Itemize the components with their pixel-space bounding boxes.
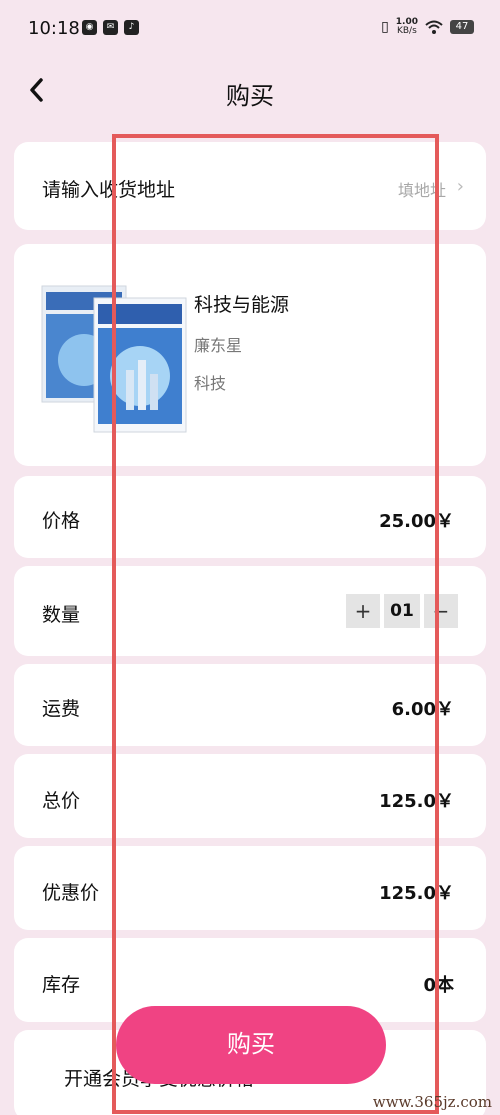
quantity-label: 数量	[42, 604, 81, 626]
notification-icons: ◉ ✉ ♪	[82, 20, 139, 35]
total-label: 总价	[42, 790, 81, 812]
book-cover-image	[41, 285, 187, 433]
total-value: 125.0￥	[379, 791, 454, 812]
product-card: 科技与能源 廉东星 科技	[14, 244, 486, 466]
quantity-row: 数量 + 01 −	[14, 566, 486, 656]
chevron-right-icon: ›	[456, 176, 464, 197]
discount-row: 优惠价 125.0￥	[14, 846, 486, 930]
product-title: 科技与能源	[194, 294, 290, 316]
product-category: 科技	[194, 374, 227, 393]
price-label: 价格	[42, 510, 81, 532]
battery-icon: 47	[450, 20, 474, 34]
buy-button[interactable]: 购买	[116, 1006, 386, 1084]
address-hint: 填地址	[397, 181, 446, 200]
total-row: 总价 125.0￥	[14, 754, 486, 838]
increase-button[interactable]: +	[346, 594, 380, 628]
discount-value: 125.0￥	[379, 883, 454, 904]
address-card[interactable]: 请输入收货地址 填地址 ›	[14, 142, 486, 230]
nav-bar: 购买	[0, 60, 500, 120]
net-speed: 1.00 KB/s	[395, 17, 418, 36]
status-time: 10:18	[28, 18, 80, 39]
quantity-value[interactable]: 01	[384, 594, 420, 628]
stock-label: 库存	[42, 974, 81, 996]
product-author: 廉东星	[194, 336, 243, 355]
price-row: 价格 25.00￥	[14, 476, 486, 558]
app-notification-icon: ◉	[82, 20, 97, 35]
price-value: 25.00￥	[379, 511, 454, 532]
shipping-label: 运费	[42, 698, 81, 720]
discount-label: 优惠价	[42, 882, 100, 904]
shipping-row: 运费 6.00￥	[14, 664, 486, 746]
tiktok-icon: ♪	[124, 20, 139, 35]
shipping-value: 6.00￥	[391, 699, 454, 720]
address-label: 请输入收货地址	[42, 179, 176, 201]
decrease-button[interactable]: −	[424, 594, 458, 628]
stock-value: 0本	[423, 975, 454, 996]
watermark: www.365jz.com	[372, 1093, 492, 1111]
mail-icon: ✉	[103, 20, 118, 35]
page-title: 购买	[226, 82, 274, 110]
status-bar: 10:18 ◉ ✉ ♪ ▯ 1.00 KB/s 47	[0, 0, 500, 58]
system-icons: ▯ 1.00 KB/s 47	[381, 18, 474, 36]
wifi-icon	[425, 20, 443, 34]
vibrate-icon: ▯	[381, 19, 389, 35]
quantity-stepper: + 01 −	[346, 594, 458, 628]
